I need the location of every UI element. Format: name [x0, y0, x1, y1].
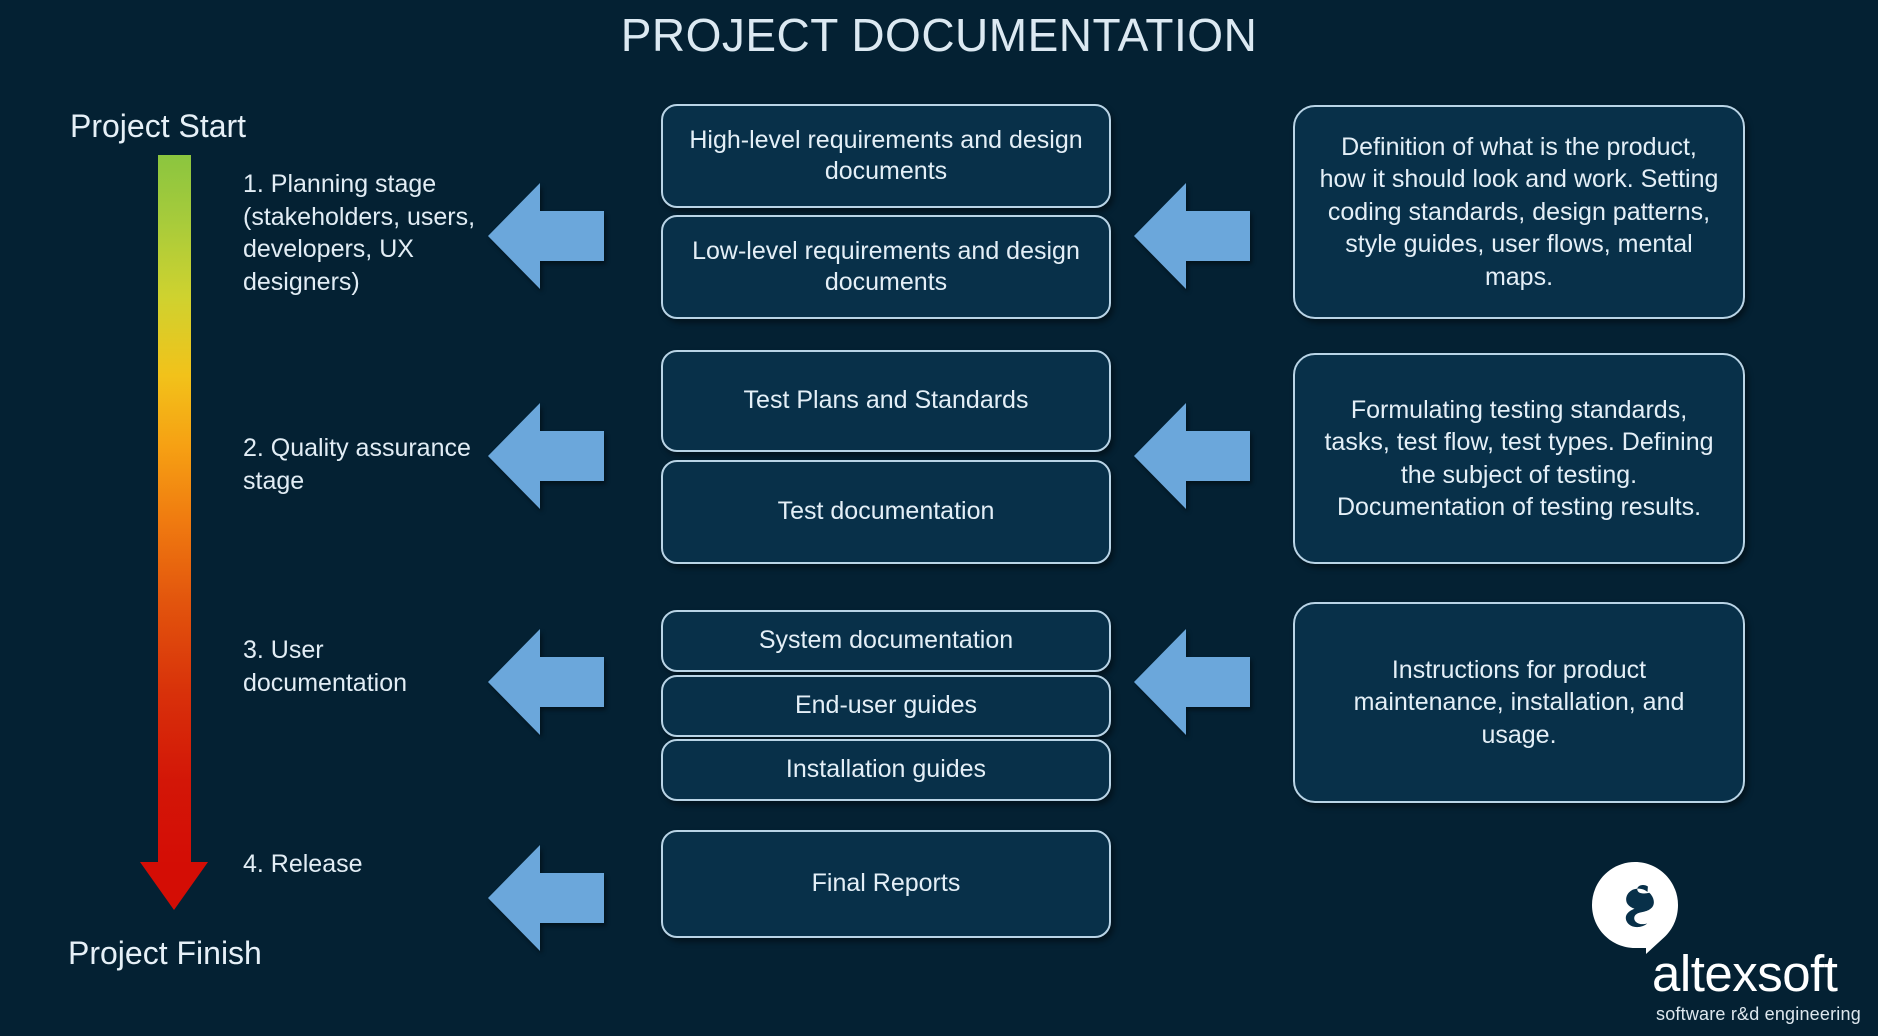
- desc-box-2[interactable]: Formulating testing standards, tasks, te…: [1293, 353, 1745, 564]
- doc-box-1-1[interactable]: High-level requirements and design docum…: [661, 104, 1111, 208]
- altexsoft-logo: altexsoft software r&d engineering: [1592, 862, 1861, 1024]
- logo-tagline: software r&d engineering: [1656, 1004, 1861, 1024]
- arrow-left-icon-stage-1: [488, 183, 604, 289]
- arrow-left-icon-stage-4: [488, 845, 604, 951]
- doc-box-3-2[interactable]: End-user guides: [661, 675, 1111, 737]
- doc-box-2-2[interactable]: Test documentation: [661, 460, 1111, 564]
- arrow-left-icon-desc-3: [1134, 629, 1250, 735]
- arrow-left-icon-stage-2: [488, 403, 604, 509]
- arrow-left-icon-stage-3: [488, 629, 604, 735]
- doc-box-1-2[interactable]: Low-level requirements and design docume…: [661, 215, 1111, 319]
- doc-box-4-1[interactable]: Final Reports: [661, 830, 1111, 938]
- arrow-left-icon-desc-1: [1134, 183, 1250, 289]
- stage-label-1: 1. Planning stage (stakeholders, users, …: [243, 170, 476, 296]
- doc-box-2-1[interactable]: Test Plans and Standards: [661, 350, 1111, 452]
- timeline-gradient-bar: [158, 155, 191, 867]
- infographic-canvas: PROJECT DOCUMENTATION Project Start Proj…: [0, 0, 1878, 1036]
- stage-label-2: 2. Quality assurance stage: [243, 434, 471, 495]
- timeline-arrowhead-icon: [140, 862, 208, 910]
- doc-box-3-3[interactable]: Installation guides: [661, 739, 1111, 801]
- stage-label-4: 4. Release: [243, 850, 363, 878]
- desc-box-3[interactable]: Instructions for product maintenance, in…: [1293, 602, 1745, 803]
- desc-box-1[interactable]: Definition of what is the product, how i…: [1293, 105, 1745, 319]
- project-start-label: Project Start: [70, 108, 247, 144]
- project-finish-label: Project Finish: [68, 935, 262, 971]
- altexsoft-speech-bubble-icon: [1592, 862, 1678, 954]
- arrow-left-icon-desc-2: [1134, 403, 1250, 509]
- logo-wordmark: altexsoft: [1652, 945, 1838, 1002]
- page-title: PROJECT DOCUMENTATION: [620, 9, 1258, 61]
- doc-box-3-1[interactable]: System documentation: [661, 610, 1111, 672]
- stage-label-3: 3. User documentation: [243, 636, 408, 697]
